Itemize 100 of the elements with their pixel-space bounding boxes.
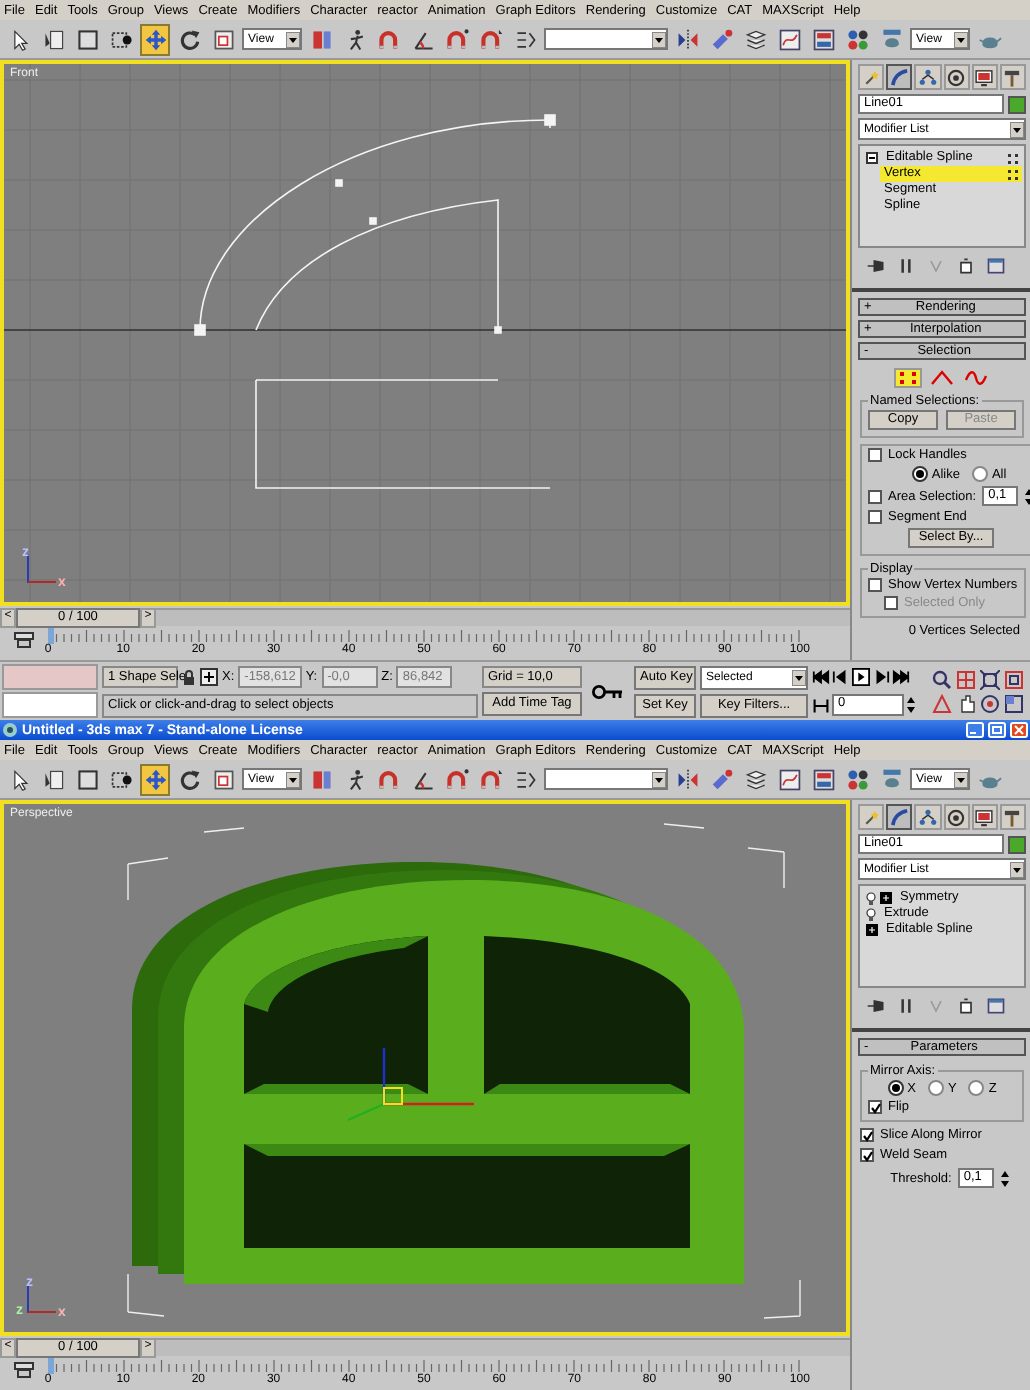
- vertex-dots-icon: [1008, 169, 1018, 179]
- stack-tool-button[interactable]: [866, 255, 886, 275]
- window-crossing-icon: [109, 27, 133, 51]
- stack-tool-button[interactable]: [956, 995, 976, 1015]
- stack-tool-button[interactable]: [986, 995, 1006, 1015]
- configure-icon: [986, 255, 1006, 275]
- sub-object-level-button[interactable]: [928, 368, 956, 388]
- configure-icon: [986, 995, 1006, 1015]
- script-output-field[interactable]: [2, 692, 98, 718]
- magnet-icon: [377, 27, 401, 51]
- checkbox[interactable]: [868, 448, 882, 462]
- sub-object-level-button[interactable]: [894, 368, 922, 388]
- checkbox[interactable]: [860, 1148, 874, 1162]
- stack-tool-button[interactable]: [986, 255, 1006, 275]
- play-icon[interactable]: [852, 668, 870, 686]
- edit-named-selection-icon: [513, 767, 537, 791]
- lock-icon[interactable]: [182, 669, 196, 685]
- field-of-view-icon[interactable]: [932, 693, 952, 713]
- show-end-result-icon: [896, 255, 916, 275]
- stack-tool-button[interactable]: [956, 255, 976, 275]
- pivot-icon: [309, 27, 333, 51]
- window-crossing-icon: [109, 767, 133, 791]
- stack-tool-button[interactable]: [896, 995, 916, 1015]
- spinner-arrows-icon[interactable]: [906, 696, 916, 714]
- edit-named-selection-icon: [513, 27, 537, 51]
- panel-tab[interactable]: [999, 804, 1027, 830]
- spinner-snap-icon: [479, 27, 503, 51]
- transform-gizmo-icon[interactable]: [347, 1048, 474, 1122]
- caret-icon: [792, 669, 806, 685]
- stack-tool-button[interactable]: [896, 255, 916, 275]
- track-bar-filter-icon[interactable]: [14, 1362, 34, 1378]
- maximize-viewport-icon[interactable]: [1004, 693, 1024, 713]
- segment-icon: [930, 368, 954, 388]
- checkbox[interactable]: [868, 489, 882, 503]
- radio-button[interactable]: [887, 1080, 904, 1096]
- pin-icon: [866, 255, 886, 275]
- panel-tab[interactable]: [943, 64, 970, 90]
- minimize-icon[interactable]: [966, 722, 984, 738]
- frame-marker[interactable]: [48, 628, 54, 644]
- caret-icon: [286, 771, 300, 787]
- sub-object-level-button[interactable]: [962, 368, 990, 388]
- arch-model-drawing[interactable]: [132, 862, 744, 1284]
- object-color-swatch[interactable]: [1008, 835, 1026, 853]
- checkbox[interactable]: [868, 578, 882, 592]
- stack-tool-button[interactable]: [866, 995, 886, 1015]
- radio-button[interactable]: [911, 466, 928, 482]
- radio-button[interactable]: [968, 1080, 985, 1096]
- hierarchy-icon: [917, 807, 938, 827]
- track-bar-filter-icon[interactable]: [14, 632, 34, 648]
- curve-editor-icon: [777, 767, 801, 791]
- object-color-swatch[interactable]: [1008, 95, 1026, 113]
- rotate-icon: [177, 767, 201, 791]
- show-end-result-icon: [896, 995, 916, 1015]
- layers-icon: [743, 767, 767, 791]
- checkbox[interactable]: [860, 1128, 874, 1142]
- pan-icon[interactable]: [956, 693, 976, 713]
- checkbox[interactable]: [868, 510, 882, 524]
- spline-shape-drawing[interactable]: [194, 114, 556, 489]
- selection-set-dropdown[interactable]: [544, 768, 668, 790]
- render-scene-icon: [879, 767, 903, 791]
- zoom-icon[interactable]: [932, 669, 952, 689]
- caret-icon: [1010, 861, 1024, 877]
- go-to-start-icon[interactable]: [812, 668, 830, 686]
- expand-icon[interactable]: [880, 892, 892, 904]
- panel-tab[interactable]: [971, 804, 998, 830]
- make-unique-icon: [926, 255, 946, 275]
- script-listener-field[interactable]: [2, 664, 98, 690]
- panel-tab[interactable]: [971, 64, 998, 90]
- orbit-icon[interactable]: [980, 693, 1000, 713]
- absolute-mode-icon[interactable]: [200, 668, 218, 686]
- move-icon: [143, 27, 167, 51]
- selection-set-dropdown[interactable]: [544, 28, 668, 50]
- zoom-extents-all-icon[interactable]: [1004, 669, 1024, 689]
- panel-tab[interactable]: [999, 64, 1027, 90]
- frame-marker[interactable]: [48, 1358, 54, 1374]
- caret-icon: [652, 31, 666, 47]
- expand-icon[interactable]: [866, 924, 878, 936]
- vertex-icon: [896, 368, 920, 388]
- angle-snap-icon: [411, 27, 435, 51]
- radio-button[interactable]: [928, 1080, 944, 1096]
- panel-tab[interactable]: [943, 804, 970, 830]
- go-to-end-icon[interactable]: [892, 668, 910, 686]
- rectangle-region-icon: [75, 27, 99, 51]
- motion-icon: [946, 67, 967, 87]
- pivot-icon: [309, 767, 333, 791]
- previous-frame-icon[interactable]: [832, 668, 850, 686]
- expand-icon[interactable]: [866, 152, 878, 164]
- zoom-all-icon[interactable]: [956, 669, 976, 689]
- key-mode-toggle-icon[interactable]: [812, 697, 830, 713]
- maximize-icon[interactable]: [988, 722, 1006, 738]
- radio-button[interactable]: [971, 466, 988, 482]
- spinner-arrows-icon[interactable]: [999, 1169, 1010, 1187]
- next-frame-icon[interactable]: [872, 668, 890, 686]
- percent-snap-icon: [445, 767, 469, 791]
- align-icon: [709, 27, 733, 51]
- motion-icon: [946, 807, 967, 827]
- close-icon[interactable]: [1010, 722, 1028, 738]
- checkbox[interactable]: [868, 1100, 882, 1114]
- zoom-extents-icon[interactable]: [980, 669, 1000, 689]
- hammer-icon: [1002, 807, 1023, 827]
